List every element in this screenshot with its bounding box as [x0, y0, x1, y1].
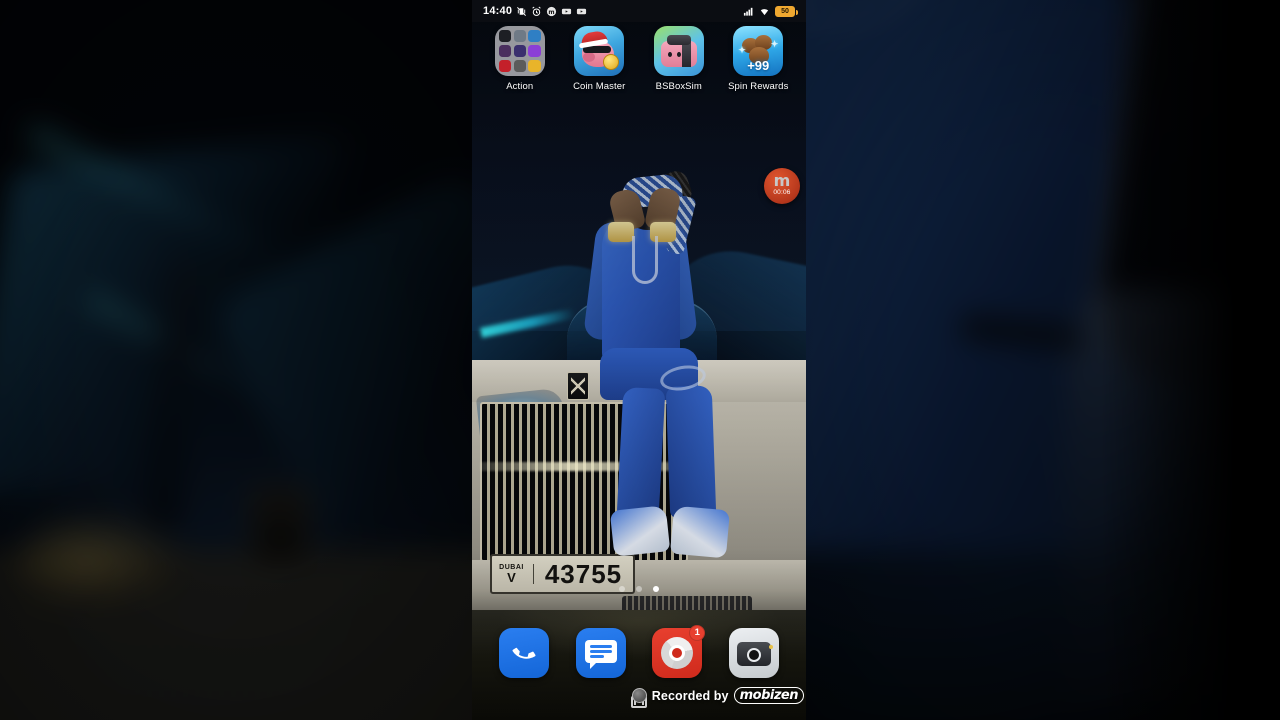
- battery-icon: 50: [775, 5, 798, 17]
- mobizen-recorder-widget[interactable]: m 00:06: [764, 168, 800, 204]
- backdrop-left-vignette: [0, 0, 472, 720]
- folder-tile-6: [528, 44, 541, 58]
- youtube-icon: [577, 8, 587, 14]
- app-label-bsboxsim: BSBoxSim: [655, 81, 702, 92]
- status-bar-clock: 14:40: [483, 5, 513, 17]
- app-label-action: Action: [506, 81, 534, 92]
- spin-rewards-count-badge: +99: [747, 58, 770, 73]
- spark-icon-left: ✦: [738, 45, 746, 55]
- bsboxsim-lid: [666, 35, 691, 45]
- messages-bubble: [584, 640, 617, 669]
- dock-item-phone[interactable]: [499, 628, 550, 678]
- camera-icon[interactable]: [728, 628, 779, 678]
- video-recorder-icon: [562, 8, 572, 14]
- folder-tile-5: [513, 44, 526, 58]
- dock-item-messages[interactable]: [575, 628, 626, 678]
- blurred-backdrop-left: [0, 0, 472, 720]
- signal-bars-icon: [743, 7, 753, 16]
- app-grid: Action Coin Master BSBoxSim ✦ ✦ +99 Spin…: [472, 26, 806, 92]
- video-frame: DUBAI V 43755: [0, 0, 1280, 720]
- folder-tile-1: [498, 30, 512, 43]
- page-indicator: [472, 586, 806, 592]
- app-item-action-folder[interactable]: Action: [483, 26, 557, 92]
- mobizen-watermark: Recorded by mobizen: [631, 687, 804, 704]
- app-label-spin-rewards: Spin Rewards: [728, 81, 789, 92]
- coin-master-gold-coin: [603, 54, 620, 70]
- alarm-icon: [532, 6, 541, 16]
- phone-screen: DUBAI V 43755: [472, 0, 806, 720]
- page-dot-2[interactable]: [636, 586, 642, 592]
- messages-icon[interactable]: [575, 628, 626, 678]
- folder-tile-4: [498, 44, 512, 58]
- messages-line-3: [589, 655, 604, 658]
- recording-elapsed-time: 00:06: [773, 189, 791, 197]
- phone-icon[interactable]: [499, 628, 550, 678]
- page-dot-1[interactable]: [619, 586, 625, 592]
- watermark-prefix: Recorded by: [651, 688, 729, 703]
- blurred-backdrop-right: [806, 0, 1280, 720]
- vibrate-icon: [517, 6, 527, 16]
- app-item-coin-master[interactable]: Coin Master: [562, 26, 636, 92]
- app-item-bsboxsim[interactable]: BSBoxSim: [642, 26, 716, 92]
- dock-item-camera[interactable]: [728, 628, 779, 678]
- folder-tile-8: [513, 59, 526, 72]
- bsboxsim-eye-right: [676, 52, 681, 57]
- spark-icon-right: ✦: [770, 39, 779, 49]
- folder-tile-9: [528, 59, 541, 72]
- mobizen-logo-icon: m: [773, 171, 791, 191]
- battery-percent-label: 50: [781, 7, 789, 15]
- svg-text:m: m: [549, 8, 555, 15]
- phone-handset-glyph: [512, 647, 536, 659]
- folder-tile-2: [513, 30, 526, 43]
- bsboxsim-eye-left: [667, 52, 672, 57]
- watermark-brand: mobizen: [733, 687, 804, 704]
- folder-tile-7: [498, 59, 512, 72]
- chrome-notification-badge: 1: [689, 625, 706, 641]
- watermark-knob-icon: [631, 688, 647, 703]
- mobizen-status-icon: m: [547, 6, 557, 16]
- status-bar: 14:40 m 50: [472, 0, 806, 22]
- backdrop-right-vignette: [806, 0, 1280, 720]
- dock: 1: [472, 625, 806, 678]
- messages-line-1: [589, 645, 612, 648]
- folder-tile-3: [528, 30, 541, 43]
- dock-item-chrome[interactable]: 1: [652, 625, 706, 678]
- app-item-spin-rewards[interactable]: ✦ ✦ +99 Spin Rewards: [721, 26, 795, 92]
- camera-flash: [768, 645, 773, 649]
- coin-master-icon[interactable]: [574, 26, 625, 76]
- spin-rewards-icon[interactable]: ✦ ✦ +99: [733, 26, 784, 76]
- wifi-icon: [760, 8, 769, 15]
- camera-lens: [746, 648, 761, 662]
- status-bar-left: 14:40 m: [483, 5, 587, 17]
- page-dot-3-active[interactable]: [653, 586, 659, 592]
- status-bar-right: 50: [743, 5, 798, 17]
- wallpaper-dim-overlay: [472, 0, 806, 720]
- app-label-coin-master: Coin Master: [573, 81, 626, 92]
- folder-icon[interactable]: [494, 26, 545, 76]
- messages-line-2: [589, 650, 612, 653]
- bsboxsim-icon[interactable]: [653, 26, 704, 76]
